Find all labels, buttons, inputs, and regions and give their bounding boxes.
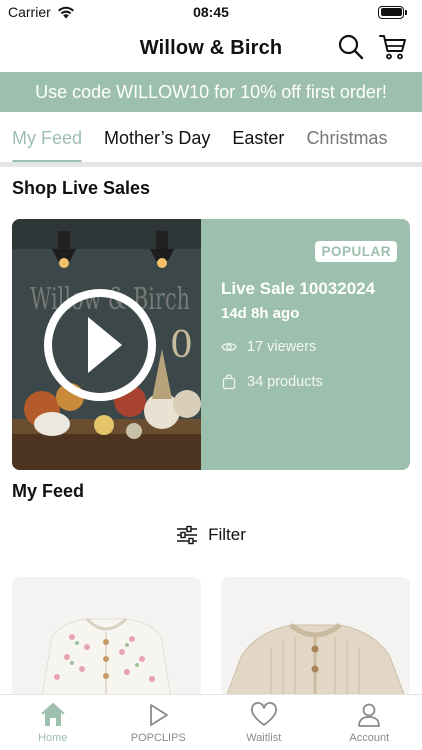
tab-my-feed[interactable]: My Feed bbox=[12, 112, 83, 164]
svg-text:0: 0 bbox=[170, 325, 193, 366]
nav-account-label: Account bbox=[349, 732, 390, 744]
heart-icon bbox=[250, 701, 278, 729]
section-title-my-feed: My Feed bbox=[12, 481, 85, 501]
shopping-bag-icon bbox=[221, 374, 237, 390]
product-image bbox=[221, 577, 410, 697]
filter-label: Filter bbox=[208, 525, 246, 544]
sliders-icon bbox=[176, 525, 198, 545]
app-header: Willow & Birch bbox=[0, 24, 422, 72]
play-icon bbox=[144, 701, 172, 729]
category-tabs: My Feed Mother’s Day Easter Christmas bbox=[0, 112, 422, 164]
home-icon bbox=[39, 701, 67, 729]
product-card[interactable] bbox=[12, 577, 201, 697]
tab-christmas[interactable]: Christmas bbox=[306, 112, 387, 164]
status-bar: Carrier 08:45 bbox=[0, 0, 422, 24]
tab-easter[interactable]: Easter bbox=[232, 112, 284, 164]
promo-banner[interactable]: Use code WILLOW10 for 10% off first orde… bbox=[0, 72, 422, 112]
nav-waitlist[interactable]: Waitlist bbox=[211, 695, 317, 750]
nav-popclips[interactable]: POPCLIPS bbox=[106, 695, 212, 750]
header-actions bbox=[336, 32, 408, 62]
thumbnail-scene: Willow & Birch 0 bbox=[12, 219, 201, 470]
wifi-icon bbox=[57, 6, 74, 18]
filter-button[interactable]: Filter bbox=[0, 520, 422, 550]
product-image bbox=[12, 577, 201, 697]
products-count: 34 products bbox=[247, 374, 323, 390]
search-icon[interactable] bbox=[336, 32, 366, 62]
viewers-row: 17 viewers bbox=[221, 339, 316, 355]
thumbnail-sign: Willow & Birch bbox=[30, 282, 190, 317]
nav-account[interactable]: Account bbox=[317, 695, 422, 750]
live-sale-time: 14d 8h ago bbox=[221, 305, 300, 322]
promo-text: Use code WILLOW10 for 10% off first orde… bbox=[35, 81, 387, 102]
battery-icon bbox=[378, 5, 407, 19]
live-sale-card[interactable]: Willow & Birch 0 POPULAR Live Sale 10032… bbox=[12, 219, 410, 470]
user-icon bbox=[355, 701, 383, 729]
tabs-divider bbox=[0, 162, 422, 167]
live-sale-thumbnail[interactable]: Willow & Birch 0 bbox=[12, 219, 201, 470]
live-sale-title: Live Sale 10032024 bbox=[221, 279, 376, 298]
popular-badge: POPULAR bbox=[315, 241, 397, 262]
section-title-live-sales: Shop Live Sales bbox=[12, 178, 151, 198]
bottom-navigation: Home POPCLIPS Waitlist Account bbox=[0, 694, 422, 750]
eye-icon bbox=[221, 339, 237, 355]
carrier-label: Carrier bbox=[8, 4, 51, 20]
nav-waitlist-label: Waitlist bbox=[246, 732, 282, 744]
nav-home[interactable]: Home bbox=[0, 695, 106, 750]
cart-icon[interactable] bbox=[378, 32, 408, 62]
viewers-count: 17 viewers bbox=[247, 339, 317, 355]
nav-home-label: Home bbox=[38, 732, 68, 744]
live-sale-info[interactable]: POPULAR Live Sale 10032024 14d 8h ago 17… bbox=[201, 219, 410, 470]
nav-popclips-label: POPCLIPS bbox=[130, 732, 186, 744]
products-row: 34 products bbox=[221, 374, 323, 390]
status-left: Carrier bbox=[8, 4, 75, 20]
tab-mothers-day[interactable]: Mother’s Day bbox=[104, 112, 210, 164]
brand-title: Willow & Birch bbox=[139, 36, 283, 59]
product-card[interactable] bbox=[221, 577, 410, 697]
